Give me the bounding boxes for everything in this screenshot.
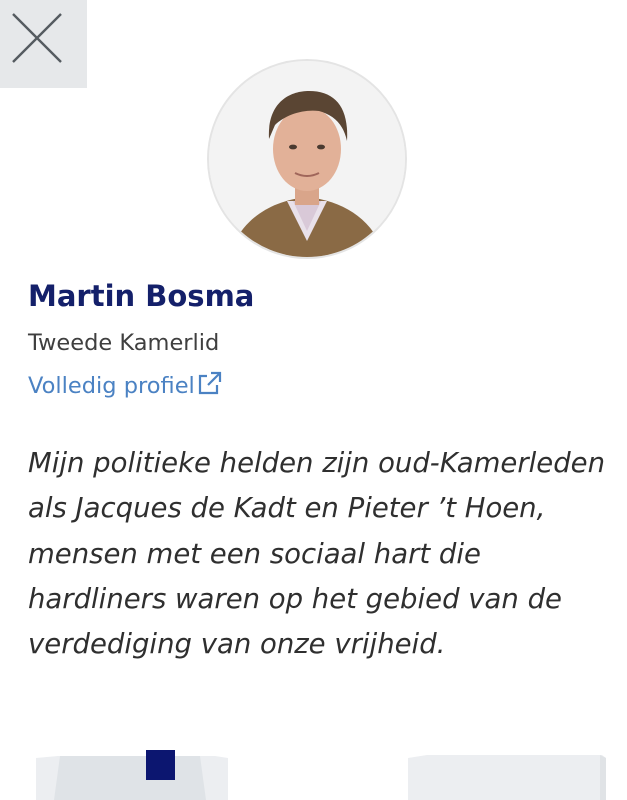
profile-role: Tweede Kamerlid xyxy=(28,330,220,356)
bottom-cards-strip xyxy=(0,750,627,800)
avatar xyxy=(207,59,407,259)
external-link-icon xyxy=(198,371,221,395)
quote-text: Mijn politieke helden zijn oud-Kamerlede… xyxy=(28,447,606,661)
close-icon xyxy=(12,13,62,63)
accent-block xyxy=(146,750,175,780)
full-profile-link[interactable]: Volledig profiel xyxy=(28,370,222,402)
profile-page: Martin Bosma Tweede Kamerlid Volledig pr… xyxy=(0,0,627,800)
portrait-photo xyxy=(209,61,405,257)
card-illustration xyxy=(0,750,627,800)
full-profile-link-label: Volledig profiel xyxy=(28,373,195,399)
close-button[interactable] xyxy=(0,0,87,88)
profile-name: Martin Bosma xyxy=(28,279,255,313)
